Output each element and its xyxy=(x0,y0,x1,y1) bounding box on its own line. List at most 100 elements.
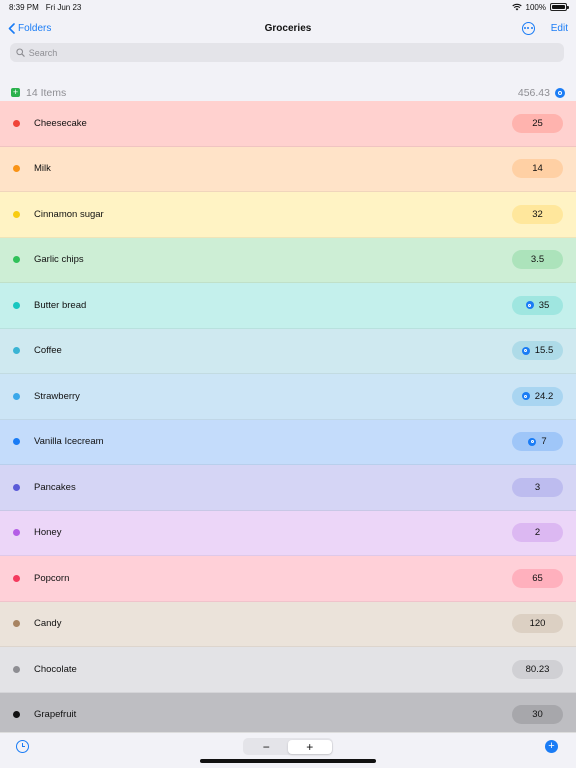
history-clock-icon[interactable] xyxy=(16,740,29,753)
item-name: Milk xyxy=(34,163,51,175)
summary-bar: + 14 Items 456.43 xyxy=(0,84,576,101)
item-name: Candy xyxy=(34,618,62,630)
color-dot-icon xyxy=(13,665,20,673)
back-button[interactable]: Folders xyxy=(8,23,51,34)
wifi-icon xyxy=(511,3,522,11)
list-item[interactable]: Butter bread 35 xyxy=(0,283,576,329)
item-value: 3.5 xyxy=(530,254,545,266)
items-total: 456.43 xyxy=(517,86,550,99)
list-item[interactable]: Chocolate 80.23 xyxy=(0,647,576,693)
item-value: 15.5 xyxy=(534,345,554,357)
color-dot-icon xyxy=(13,392,20,400)
item-value-badge[interactable]: 32 xyxy=(512,204,563,224)
item-value: 80.23 xyxy=(525,663,550,675)
list-item[interactable]: Honey 2 xyxy=(0,510,576,556)
total-mode-icon[interactable] xyxy=(555,87,565,98)
item-name: Cinnamon sugar xyxy=(34,208,104,220)
chevron-left-icon xyxy=(8,22,15,34)
list-item[interactable]: Grapefruit 30 xyxy=(0,692,576,732)
search-input[interactable] xyxy=(28,47,558,58)
list-item[interactable]: Candy 120 xyxy=(0,601,576,647)
color-dot-icon xyxy=(13,529,20,537)
list-item[interactable]: Cheesecake 25 xyxy=(0,101,576,147)
battery-icon xyxy=(550,3,569,11)
item-name: Coffee xyxy=(34,345,62,357)
list-item[interactable]: Coffee 15.5 xyxy=(0,328,576,374)
value-stepper[interactable]: − + xyxy=(243,738,333,755)
item-value: 32 xyxy=(532,208,543,220)
item-name: Cheesecake xyxy=(34,117,87,129)
item-name: Grapefruit xyxy=(34,709,77,721)
item-name: Strawberry xyxy=(34,390,80,402)
item-value: 25 xyxy=(532,117,543,129)
more-options-icon[interactable] xyxy=(521,21,535,35)
item-value-badge[interactable]: 65 xyxy=(512,568,563,588)
color-dot-icon xyxy=(13,256,20,264)
list-item[interactable]: Strawberry 24.2 xyxy=(0,374,576,420)
item-value: 120 xyxy=(529,618,546,630)
item-name: Honey xyxy=(34,527,62,539)
item-value-badge[interactable]: 3 xyxy=(512,477,563,497)
item-value-badge[interactable]: 30 xyxy=(512,705,563,725)
color-dot-icon xyxy=(13,210,20,218)
increment-button[interactable]: + xyxy=(288,739,332,754)
item-value: 7 xyxy=(541,436,547,448)
item-value: 24.2 xyxy=(534,390,554,402)
item-value-badge[interactable]: 15.5 xyxy=(512,341,563,361)
calculation-icon xyxy=(521,346,530,355)
status-bar: 8:39 PM Fri Jun 23 100% xyxy=(0,0,576,14)
item-name: Chocolate xyxy=(34,663,77,675)
item-name: Butter bread xyxy=(34,299,87,311)
items-count: 14 Items xyxy=(26,86,67,99)
color-dot-icon xyxy=(13,438,20,446)
item-value-badge[interactable]: 2 xyxy=(512,523,563,543)
item-value-badge[interactable]: 120 xyxy=(512,614,563,634)
item-list: Cheesecake 25 Milk 14 Cinnamon sugar 32 Garlic… xyxy=(0,101,576,732)
status-date: Fri Jun 23 xyxy=(45,2,82,12)
list-item[interactable]: Cinnamon sugar 32 xyxy=(0,192,576,238)
color-dot-icon xyxy=(13,574,20,582)
color-dot-icon xyxy=(13,119,20,127)
item-value: 2 xyxy=(534,527,541,539)
decrement-button[interactable]: − xyxy=(245,740,289,754)
navigation-bar: Folders Groceries Edit xyxy=(0,14,576,42)
list-item[interactable]: Vanilla Icecream 7 xyxy=(0,419,576,465)
calculation-icon xyxy=(521,392,530,401)
item-name: Pancakes xyxy=(34,481,76,493)
color-dot-icon xyxy=(13,711,20,719)
item-value-badge[interactable]: 14 xyxy=(512,159,563,179)
item-value-badge[interactable]: 7 xyxy=(512,432,563,452)
color-dot-icon xyxy=(13,347,20,355)
battery-percent: 100% xyxy=(525,2,546,12)
page-title: Groceries xyxy=(264,22,312,34)
color-dot-icon xyxy=(13,620,20,628)
list-item[interactable]: Milk 14 xyxy=(0,146,576,192)
color-dot-icon xyxy=(13,165,20,173)
search-bar[interactable] xyxy=(10,43,564,62)
item-value: 65 xyxy=(532,572,543,584)
add-item-square-icon[interactable]: + xyxy=(11,88,20,97)
calculation-icon xyxy=(528,437,537,446)
item-value-badge[interactable]: 35 xyxy=(512,295,563,315)
item-value: 14 xyxy=(532,163,543,175)
item-value-badge[interactable]: 25 xyxy=(512,113,563,133)
edit-button[interactable]: Edit xyxy=(551,23,568,34)
battery-level xyxy=(552,5,565,9)
status-time: 8:39 PM xyxy=(9,2,39,12)
item-value: 30 xyxy=(532,709,543,721)
list-item[interactable]: Garlic chips 3.5 xyxy=(0,237,576,283)
list-item[interactable]: Popcorn 65 xyxy=(0,556,576,602)
add-item-button[interactable]: + xyxy=(545,740,558,753)
color-dot-icon xyxy=(13,483,20,491)
color-dot-icon xyxy=(13,301,20,309)
item-value: 3 xyxy=(534,481,541,493)
item-value-badge[interactable]: 80.23 xyxy=(512,659,563,679)
item-value-badge[interactable]: 3.5 xyxy=(512,250,563,270)
list-item[interactable]: Pancakes 3 xyxy=(0,465,576,511)
item-value-badge[interactable]: 24.2 xyxy=(512,386,563,406)
item-value: 35 xyxy=(538,299,550,311)
search-icon xyxy=(16,48,25,57)
item-name: Garlic chips xyxy=(34,254,84,266)
item-name: Vanilla Icecream xyxy=(34,436,104,448)
calculation-icon xyxy=(525,301,534,310)
